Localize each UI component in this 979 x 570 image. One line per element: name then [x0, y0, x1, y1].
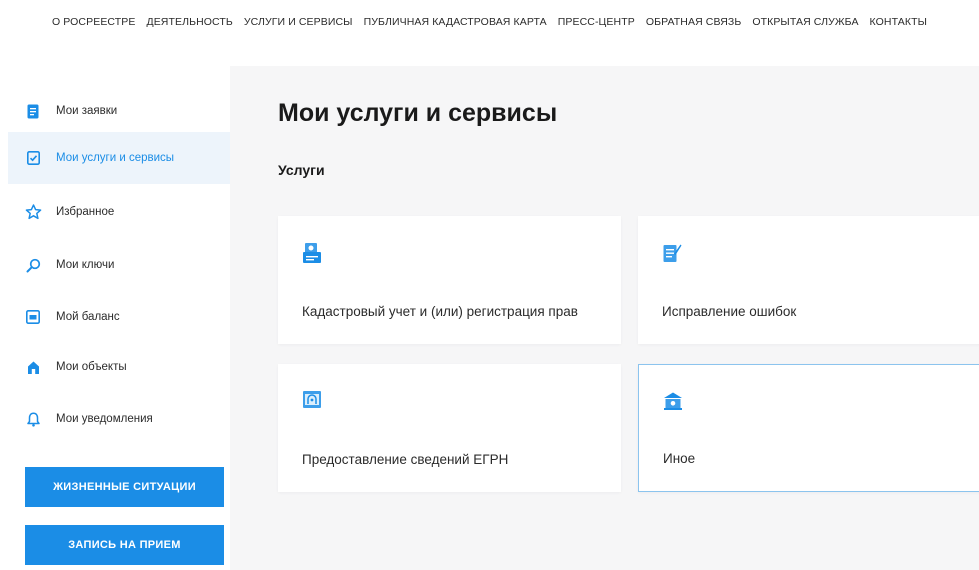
service-card-label: Иное [663, 451, 696, 466]
service-card-egrn-info[interactable]: Предоставление сведений ЕГРН [278, 364, 621, 492]
sidebar-item-my-objects[interactable]: Мои объекты [8, 341, 230, 393]
document-icon [24, 102, 42, 120]
service-card-other[interactable]: Иное [638, 364, 979, 492]
sidebar-item-my-services[interactable]: Мои услуги и сервисы [8, 132, 230, 184]
sidebar-item-my-notifications[interactable]: Мои уведомления [8, 393, 230, 445]
sidebar-item-label: Мой баланс [56, 311, 120, 323]
page-title: Мои услуги и сервисы [278, 99, 558, 127]
register-window-icon [302, 390, 322, 412]
bell-icon [24, 410, 42, 428]
service-card-label: Кадастровый учет и (или) регистрация пра… [302, 304, 578, 319]
life-situations-button[interactable]: Жизненные ситуации [25, 467, 224, 507]
nav-press-center[interactable]: Пресс-центр [552, 16, 640, 28]
section-title-services: Услуги [278, 162, 325, 178]
key-icon [24, 256, 42, 274]
checklist-icon [24, 149, 42, 167]
nav-contacts[interactable]: Контакты [864, 16, 932, 28]
sidebar: Мои заявки Мои услуги и сервисы Избранно… [8, 85, 230, 570]
star-icon [24, 203, 42, 221]
wallet-icon [24, 308, 42, 326]
nav-feedback[interactable]: Обратная связь [640, 16, 747, 28]
nav-cadastral-map[interactable]: Публичная кадастровая карта [358, 16, 552, 28]
service-card-error-correction[interactable]: Исправление ошибок [638, 216, 979, 344]
sidebar-item-label: Мои ключи [56, 259, 115, 271]
building-icon [663, 391, 683, 413]
sidebar-item-label: Избранное [56, 206, 115, 218]
nav-services[interactable]: Услуги и сервисы [238, 16, 358, 28]
certificate-icon [302, 242, 322, 264]
sidebar-item-label: Мои заявки [56, 105, 118, 117]
top-navigation: О Росреестре Деятельность Услуги и серви… [0, 0, 979, 44]
sidebar-item-label: Мои уведомления [56, 413, 153, 425]
sidebar-item-favorites[interactable]: Избранное [8, 186, 230, 238]
nav-activity[interactable]: Деятельность [141, 16, 238, 28]
sidebar-item-my-requests[interactable]: Мои заявки [8, 85, 230, 137]
sidebar-item-my-keys[interactable]: Мои ключи [8, 239, 230, 291]
house-icon [24, 358, 42, 376]
nav-open-service[interactable]: Открытая служба [747, 16, 864, 28]
nav-about[interactable]: О Росреестре [47, 16, 141, 28]
appointment-button[interactable]: Запись на прием [25, 525, 224, 565]
sidebar-item-label: Мои услуги и сервисы [56, 152, 175, 164]
service-card-cadastral-registration[interactable]: Кадастровый учет и (или) регистрация пра… [278, 216, 621, 344]
sidebar-item-my-balance[interactable]: Мой баланс [8, 291, 230, 343]
service-card-label: Предоставление сведений ЕГРН [302, 452, 509, 467]
main-content: Мои услуги и сервисы Услуги Кадастровый … [230, 66, 979, 570]
edit-document-icon [662, 242, 682, 264]
service-card-label: Исправление ошибок [662, 304, 797, 319]
sidebar-item-label: Мои объекты [56, 361, 127, 373]
